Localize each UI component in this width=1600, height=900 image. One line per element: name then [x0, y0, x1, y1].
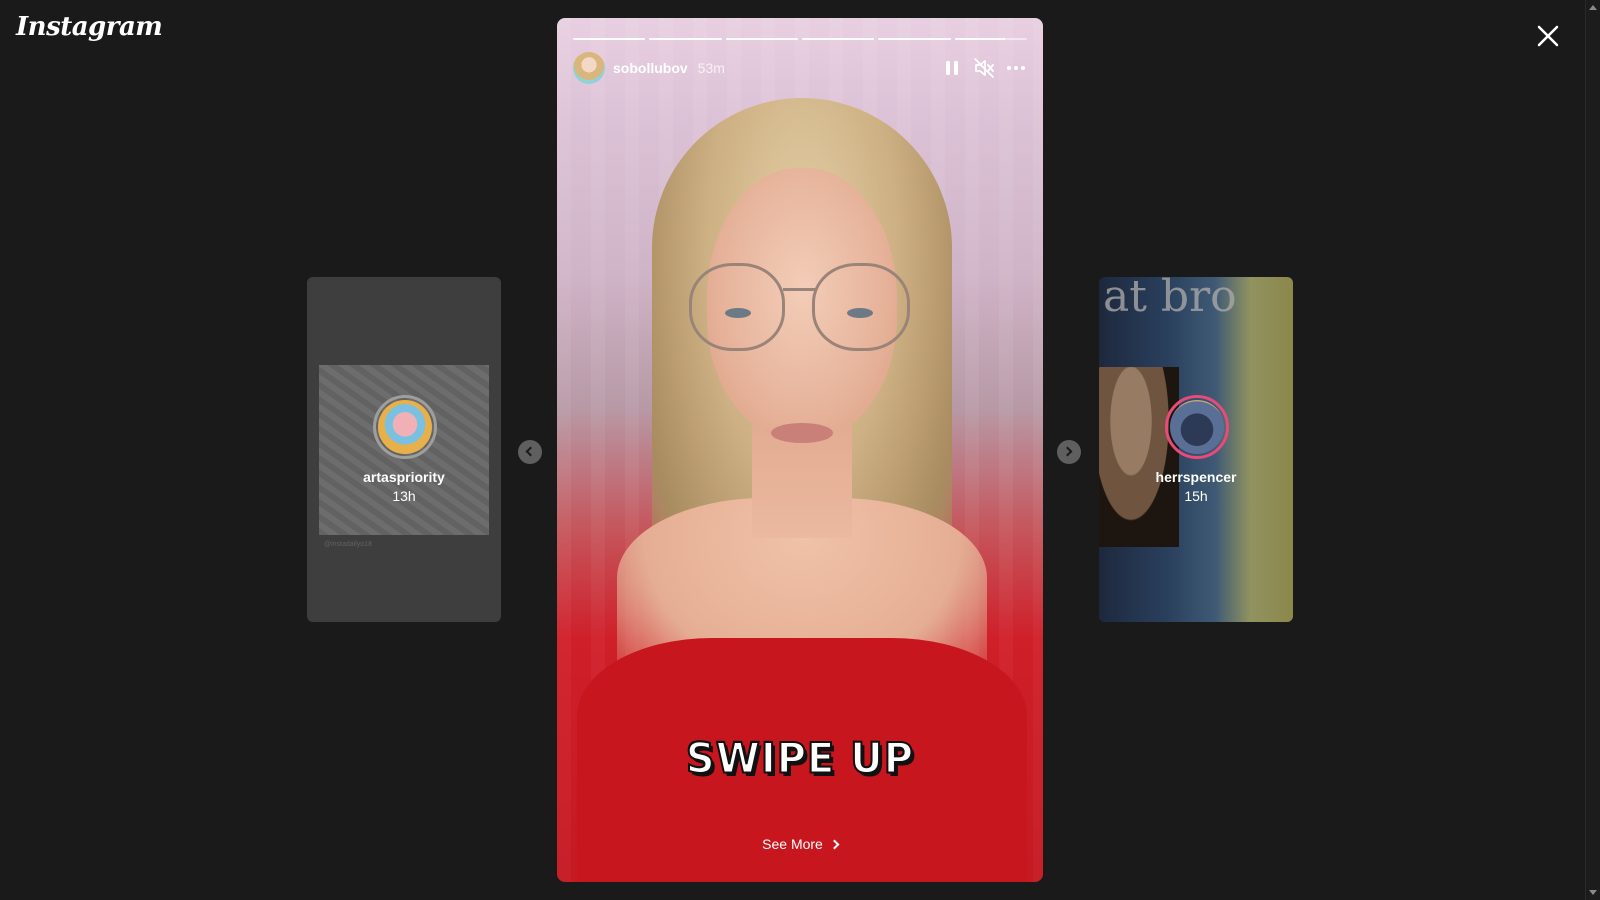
progress-segment	[573, 38, 646, 40]
previous-story-card[interactable]: @instadailyo18 artaspriority 13h	[307, 277, 501, 622]
see-more-label: See More	[762, 836, 823, 852]
scroll-up-icon[interactable]	[1589, 5, 1597, 10]
progress-segment	[649, 38, 722, 40]
scroll-down-icon[interactable]	[1589, 890, 1597, 895]
chevron-left-icon[interactable]	[518, 440, 542, 464]
story-viewer[interactable]: sobollubov 53m SWIPE UP See More	[557, 18, 1043, 882]
progress-segment	[725, 38, 798, 40]
instagram-logo[interactable]: Instagram	[16, 12, 163, 42]
story-username: artaspriority	[363, 469, 445, 485]
next-story-card[interactable]: at bro herrspencer 15h	[1099, 277, 1293, 622]
story-progress-bar	[573, 38, 1027, 40]
story-time: 15h	[1184, 488, 1208, 504]
chevron-right-icon[interactable]	[1057, 440, 1081, 464]
progress-segment	[954, 38, 1027, 40]
progress-segment	[801, 38, 875, 40]
chevron-right-icon	[829, 839, 840, 850]
story-header: sobollubov 53m	[573, 52, 1027, 84]
story-username: herrspencer	[1155, 469, 1237, 485]
progress-segment	[878, 38, 951, 40]
avatar[interactable]	[573, 52, 605, 84]
story-time: 13h	[392, 488, 416, 504]
avatar	[373, 395, 437, 459]
see-more-link[interactable]: See More	[557, 836, 1043, 852]
story-time: 53m	[697, 60, 725, 76]
muted-icon[interactable]	[973, 57, 995, 79]
scrollbar[interactable]	[1585, 0, 1600, 900]
more-options-icon[interactable]	[1005, 57, 1027, 79]
close-icon[interactable]	[1532, 20, 1564, 52]
avatar	[1165, 395, 1229, 459]
swipe-up-text: SWIPE UP	[685, 734, 915, 784]
story-username[interactable]: sobollubov	[613, 60, 688, 76]
pause-icon[interactable]	[941, 57, 963, 79]
